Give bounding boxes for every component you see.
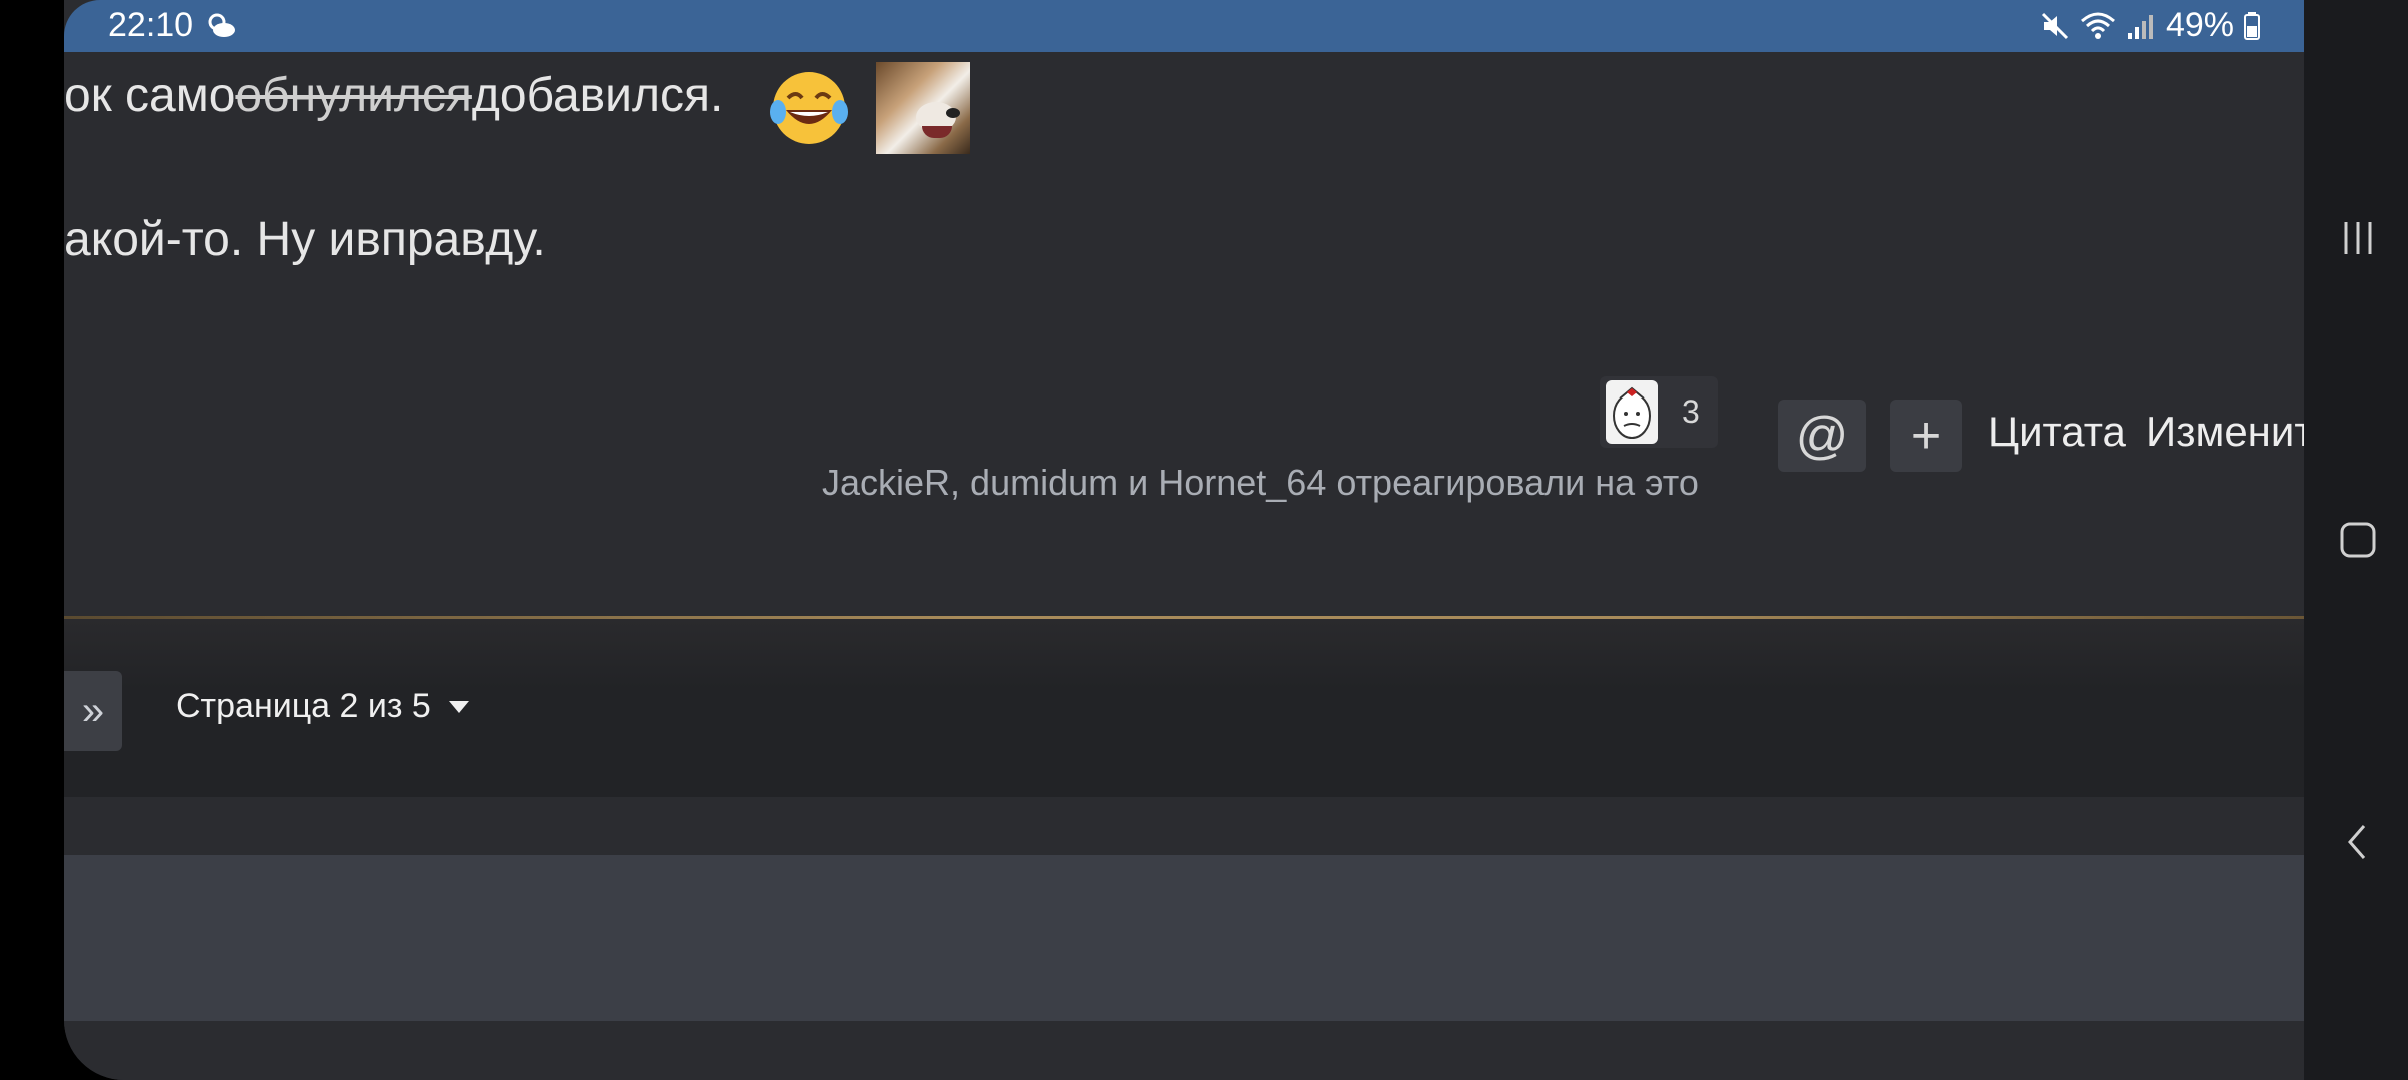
reaction-emoji-icon	[1606, 380, 1658, 444]
battery-percent: 49%	[2165, 6, 2234, 44]
quote-button[interactable]: Цитата	[1988, 408, 2126, 456]
reaction-count: 3	[1682, 393, 1700, 430]
home-icon[interactable]	[2338, 520, 2378, 560]
pagination-bar: » Страница 2 из 5	[64, 619, 2304, 797]
multiquote-add-button[interactable]: +	[1890, 400, 1962, 472]
status-time: 22:10	[108, 6, 194, 44]
battery-icon	[2244, 11, 2260, 40]
post-text-line-1: ок самообнулилсядобавился.	[64, 68, 723, 123]
status-bar: 22:10 49%	[64, 0, 2304, 52]
bottom-strip	[64, 1021, 2304, 1080]
edit-button[interactable]: Изменит	[2146, 408, 2304, 456]
spacer-strip	[64, 797, 2304, 855]
caret-down-icon	[448, 700, 469, 713]
back-icon[interactable]	[2338, 822, 2378, 862]
status-icons: 49%	[2040, 6, 2260, 45]
wifi-icon	[2080, 12, 2115, 39]
left-edge	[0, 0, 64, 1080]
mute-icon	[2041, 12, 2068, 39]
weather-icon	[208, 13, 235, 37]
dog-image	[876, 62, 970, 154]
page-indicator: Страница 2 из 5	[176, 687, 431, 725]
last-page-button[interactable]: »	[64, 671, 122, 751]
reaction-summary-button[interactable]: 3	[1600, 376, 1718, 448]
mention-button[interactable]: @	[1778, 400, 1866, 472]
reply-editor-area[interactable]	[64, 855, 2304, 1021]
post-text-part: ок само	[64, 69, 236, 122]
reacted-by-text[interactable]: JackieR, dumidum и Hornet_64 отреагирова…	[822, 462, 1699, 504]
android-nav-bar	[2304, 0, 2408, 1080]
post-text-part: добавился.	[471, 69, 724, 122]
post-text-line-2: акой-то. Ну ивправду.	[64, 213, 546, 266]
page-jump-dropdown[interactable]: Страница 2 из 5	[176, 687, 469, 726]
post-struck-text: обнулился	[235, 69, 472, 122]
signal-icon	[2127, 14, 2153, 39]
laughing-emoji-icon	[770, 72, 848, 144]
recents-icon[interactable]	[2338, 218, 2378, 258]
browser-screen: 22:10 49% ок самообнулилсядобавился. ако…	[64, 0, 2304, 1080]
